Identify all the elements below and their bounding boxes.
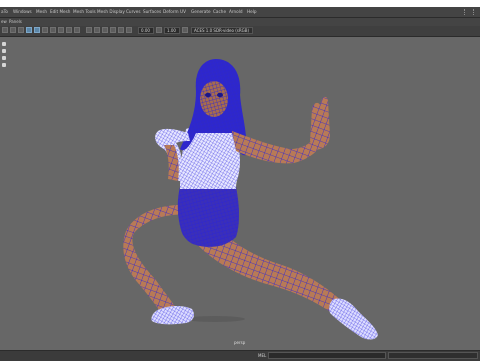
menu-item-mesh-display[interactable]: Mesh Display [97, 9, 125, 14]
panel-toolbar: 0.00 1.00 ACES 1.0 SDR-video (sRGB) [0, 26, 480, 37]
shadows-icon[interactable] [58, 27, 64, 33]
menu-item-arnold[interactable]: Arnold [229, 9, 243, 14]
panel-menu-bar: ew Panels [0, 18, 480, 26]
color-management-icon[interactable] [182, 27, 188, 33]
menu-item-mesh-tools[interactable]: Mesh Tools [73, 9, 96, 14]
smooth-shade-icon[interactable] [34, 27, 40, 33]
menu-item-deform[interactable]: Deform [163, 9, 179, 14]
isolate-icon[interactable] [74, 27, 80, 33]
menu-item-help[interactable]: Help [247, 9, 257, 14]
command-result-field [388, 352, 478, 359]
menu-item-surfaces[interactable]: Surfaces [143, 9, 161, 14]
menu-item-windows[interactable]: Windows [13, 9, 32, 14]
gamma-field[interactable]: 1.00 [164, 27, 180, 34]
ground-shadow [185, 316, 245, 322]
command-input[interactable] [268, 352, 386, 359]
main-menu-bar: aTo Windows Mesh Edit Mesh Mesh Tools Me… [0, 7, 480, 18]
view-transform-select[interactable]: ACES 1.0 SDR-video (sRGB) [191, 27, 253, 34]
dof-icon[interactable] [118, 27, 124, 33]
command-language-label[interactable]: MEL [258, 353, 266, 358]
xray-icon[interactable] [66, 27, 72, 33]
menu-item-generate[interactable]: Generate [191, 9, 211, 14]
menu-item-cache[interactable]: Cache [213, 9, 226, 14]
exposure-icon[interactable] [86, 27, 92, 33]
camera-icon[interactable] [2, 27, 8, 33]
panel-menu-view[interactable]: ew [1, 19, 7, 24]
menu-item-uv[interactable]: UV [180, 9, 186, 14]
panel-menu-panels[interactable]: Panels [9, 19, 22, 24]
motion-blur-icon[interactable] [110, 27, 116, 33]
window-grip-icon[interactable] [464, 9, 474, 15]
gamma-icon[interactable] [156, 27, 162, 33]
command-line: MEL [0, 350, 480, 361]
3d-viewport[interactable]: persp [0, 37, 480, 350]
bookmark-icon[interactable] [10, 27, 16, 33]
aa-icon[interactable] [94, 27, 100, 33]
menu-item-mesh[interactable]: Mesh [36, 9, 47, 14]
wireframe-on-shaded-icon[interactable] [26, 27, 32, 33]
menu-item-ato[interactable]: aTo [1, 9, 8, 14]
maya-window: aTo Windows Mesh Edit Mesh Mesh Tools Me… [0, 7, 480, 361]
ssao-icon[interactable] [102, 27, 108, 33]
textured-icon[interactable] [42, 27, 48, 33]
camera-name-label: persp [234, 340, 246, 345]
wireframe-character-model[interactable] [0, 37, 480, 350]
menu-item-curves[interactable]: Curves [126, 9, 141, 14]
exposure-toggle-icon[interactable] [126, 27, 132, 33]
exposure-field[interactable]: 0.00 [138, 27, 154, 34]
grid-icon[interactable] [18, 27, 24, 33]
lighting-icon[interactable] [50, 27, 56, 33]
menu-item-edit-mesh[interactable]: Edit Mesh [50, 9, 70, 14]
